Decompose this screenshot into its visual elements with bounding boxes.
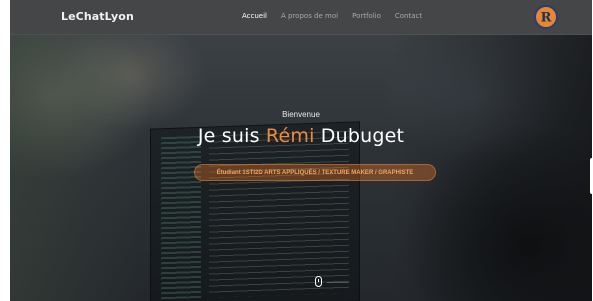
main-nav: Accueil A propos de moi Portfolio Contac…	[242, 12, 436, 20]
nav-link-a-propos[interactable]: A propos de moi	[281, 12, 338, 20]
page-frame: LeChatLyon Accueil A propos de moi Portf…	[10, 0, 592, 301]
monitor-sidebar-lines	[161, 135, 201, 300]
nav-link-portfolio[interactable]: Portfolio	[352, 12, 381, 20]
scroll-indicator-line	[327, 282, 349, 283]
headline-prefix: Je suis	[197, 125, 266, 147]
hero-foliage-shade	[10, 35, 140, 301]
hero-headline: Je suis Rémi Dubuget	[10, 125, 592, 147]
headline-first-name: Rémi	[265, 125, 315, 147]
nav-link-accueil[interactable]: Accueil	[242, 12, 267, 20]
headline-last-name: Dubuget	[314, 125, 405, 147]
monitor-code-lines	[209, 130, 349, 298]
hero-welcome: Bienvenue	[282, 110, 320, 119]
mouse-scroll-icon[interactable]	[315, 276, 322, 287]
tagline-text: Étudiant 1STI2D ARTS APPLIQUÉS / TEXTURE…	[216, 169, 414, 176]
brand-logo-text[interactable]: LeChatLyon	[61, 10, 134, 23]
hero-tagline-badge: Étudiant 1STI2D ARTS APPLIQUÉS / TEXTURE…	[194, 164, 436, 181]
monogram-logo-icon[interactable]: R	[534, 5, 558, 29]
logo-letter: R	[541, 11, 552, 26]
logo-letter-graphic: R	[541, 11, 552, 26]
top-navbar: LeChatLyon Accueil A propos de moi Portf…	[10, 0, 592, 35]
nav-link-contact[interactable]: Contact	[395, 12, 422, 20]
hero-monitor-image	[150, 121, 360, 301]
